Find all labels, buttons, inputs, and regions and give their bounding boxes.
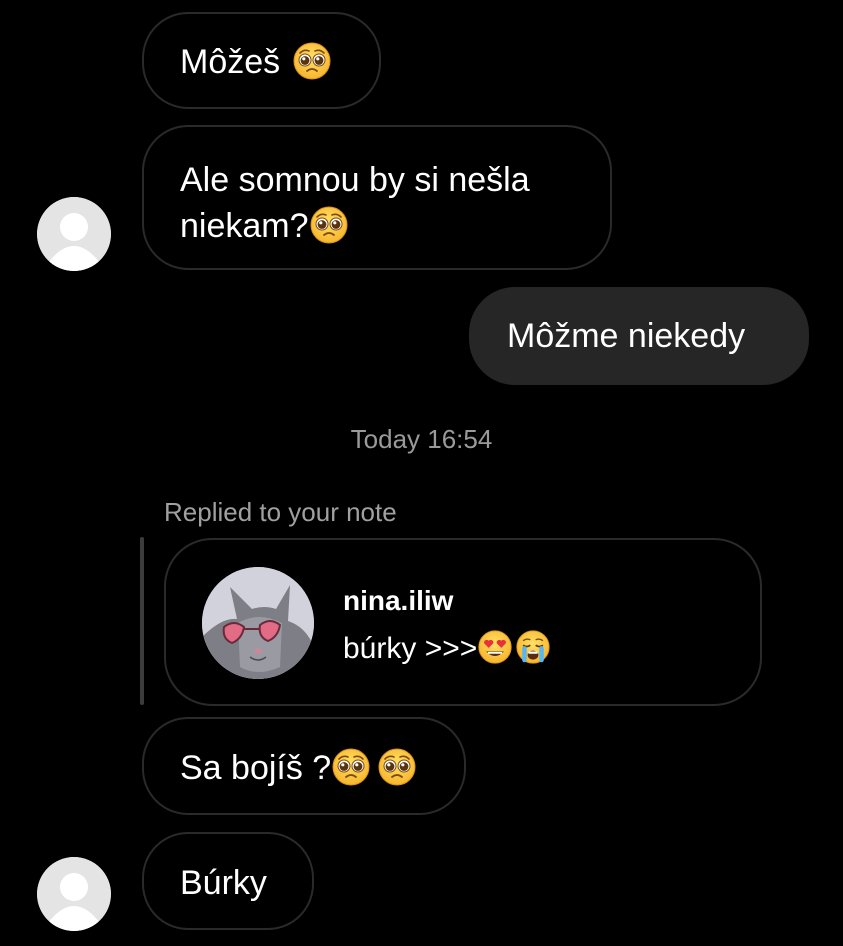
- reply-label: Replied to your note: [164, 497, 397, 527]
- default-profile-icon: [37, 197, 111, 271]
- note-text-row: búrky >>>: [343, 629, 551, 666]
- reply-quote-bar: [140, 537, 144, 705]
- message-text: Búrky: [180, 864, 267, 902]
- note-author-avatar[interactable]: [202, 567, 314, 679]
- pleading-face-icon: [292, 41, 332, 81]
- message-bubble[interactable]: Ale somnou by si nešla niekam?: [142, 125, 612, 270]
- message-text-line: Ale somnou by si nešla: [180, 161, 530, 199]
- message-text: Môžeš: [180, 43, 281, 81]
- message-bubble[interactable]: Búrky: [142, 832, 314, 930]
- note-text: búrky >>>: [343, 632, 478, 665]
- message-text: Sa bojíš ?: [180, 749, 332, 787]
- pleading-face-icon: [309, 205, 349, 245]
- timestamp: Today 16:54: [350, 424, 493, 454]
- message-bubble-outgoing[interactable]: Môžme niekedy: [469, 287, 809, 385]
- cat-with-heart-glasses-icon: [202, 567, 314, 679]
- pleading-face-icon: [331, 747, 371, 787]
- heart-eyes-face-icon: [477, 629, 513, 665]
- message-text: Môžme niekedy: [507, 317, 746, 355]
- sender-avatar[interactable]: [37, 857, 111, 931]
- message-text-line: niekam?: [180, 207, 309, 245]
- message-text-line-wrap: niekam?: [180, 203, 610, 249]
- sender-avatar[interactable]: [37, 197, 111, 271]
- replied-note-card[interactable]: nina.iliw búrky >>>: [164, 538, 762, 706]
- message-bubble[interactable]: Sa bojíš ?: [142, 717, 466, 815]
- note-username: nina.iliw: [343, 585, 454, 616]
- default-profile-icon: [37, 857, 111, 931]
- loudly-crying-face-icon: [515, 629, 551, 665]
- message-bubble[interactable]: Môžeš: [142, 12, 381, 109]
- pleading-face-icon: [377, 747, 417, 787]
